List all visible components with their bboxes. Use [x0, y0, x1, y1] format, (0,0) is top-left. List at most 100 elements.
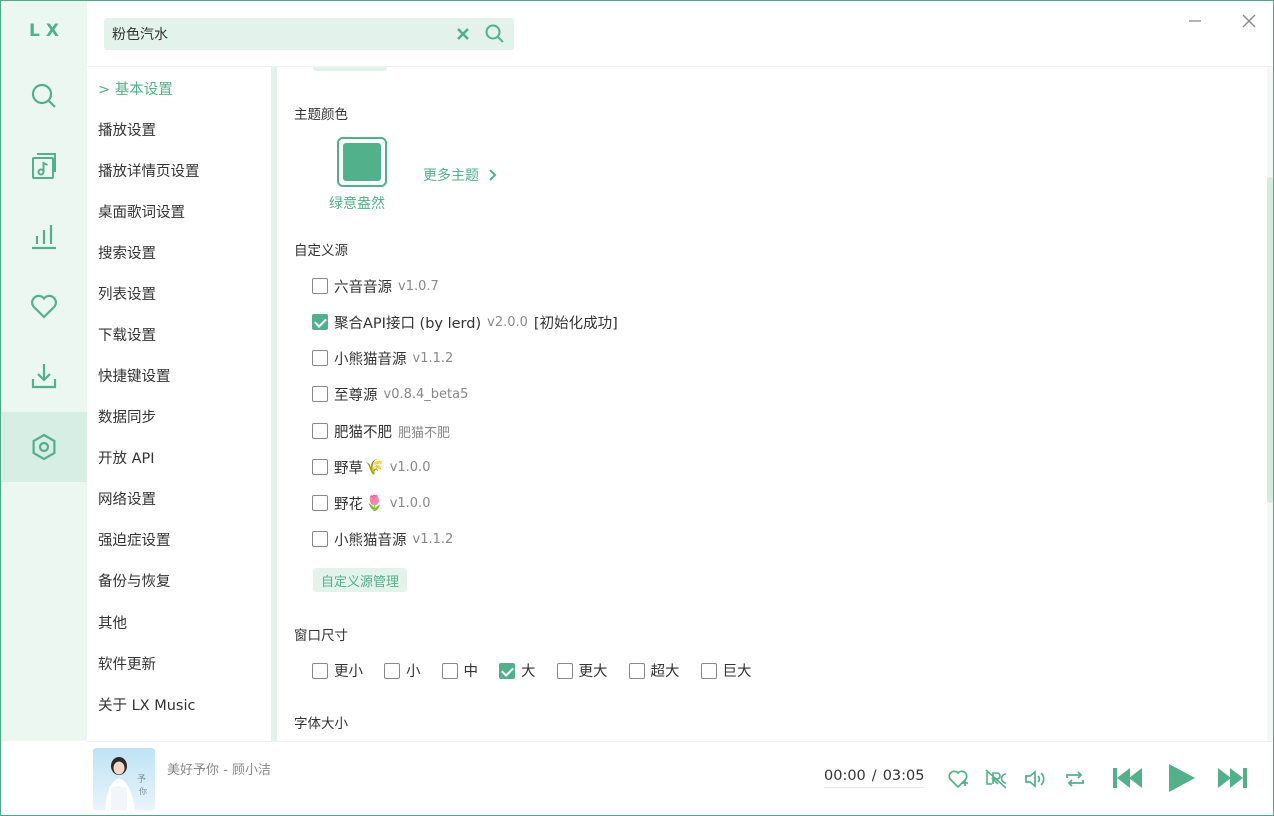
size-option[interactable]: 大 [499, 660, 536, 681]
window-size-title: 窗口尺寸 [294, 628, 348, 644]
search-input[interactable] [104, 18, 444, 50]
rail-download[interactable] [1, 341, 87, 411]
next-icon[interactable] [1215, 764, 1249, 792]
manage-sources-button[interactable]: 自定义源管理 [313, 568, 408, 592]
heart-icon [31, 294, 57, 319]
checkbox[interactable] [312, 531, 328, 547]
rail-search[interactable] [1, 61, 87, 131]
minimize-icon[interactable] [1187, 13, 1203, 29]
current-time: 00:00 [824, 768, 866, 784]
left-rail: LX [1, 1, 87, 741]
settings-nav: > 基本设置 播放设置 播放详情页设置 桌面歌词设置 搜索设置 列表设置 下载设… [87, 67, 271, 741]
source-item[interactable]: 小熊猫音源 v1.1.2 [312, 528, 453, 550]
lyrics-icon[interactable] [984, 768, 1008, 790]
nav-item-sync[interactable]: 数据同步 [98, 406, 156, 428]
checkbox[interactable] [441, 662, 458, 679]
clear-icon[interactable] [454, 25, 472, 43]
source-item[interactable]: 至尊源 v0.8.4_beta5 [312, 383, 468, 405]
comment-icon[interactable] [947, 768, 969, 790]
search-box [104, 18, 514, 50]
size-option[interactable]: 巨大 [700, 660, 752, 681]
checkbox[interactable] [556, 662, 573, 679]
checkbox[interactable] [312, 386, 328, 402]
nav-item-other[interactable]: 其他 [98, 612, 127, 634]
size-option[interactable]: 超大 [628, 660, 680, 681]
chevron-right-icon [489, 169, 497, 181]
checkbox[interactable] [700, 662, 717, 679]
source-item[interactable]: 肥猫不肥 肥猫不肥 [312, 420, 450, 442]
total-time: 03:05 [882, 768, 925, 784]
download-icon [31, 364, 57, 389]
nav-item-update[interactable]: 软件更新 [98, 653, 156, 675]
checkbox[interactable] [384, 662, 400, 679]
content-scrollbar[interactable] [1267, 67, 1273, 741]
volume-icon[interactable] [1023, 768, 1047, 790]
theme-section-title: 主题颜色 [294, 107, 348, 123]
play-icon[interactable] [1165, 762, 1197, 794]
size-option[interactable]: 更大 [556, 660, 608, 681]
source-item[interactable]: 野花 🌷 v1.0.0 [312, 492, 430, 514]
checkbox[interactable] [312, 423, 328, 439]
size-option[interactable]: 更小 [312, 660, 363, 681]
nav-item-open-api[interactable]: 开放 API [98, 447, 155, 469]
nav-item-download[interactable]: 下载设置 [98, 324, 156, 346]
nav-item-playback[interactable]: 播放设置 [98, 119, 156, 141]
nav-item-ocd[interactable]: 强迫症设置 [98, 529, 171, 551]
repeat-icon[interactable] [1064, 768, 1086, 790]
scrollbar-thumb[interactable] [1267, 177, 1273, 503]
more-themes-link[interactable]: 更多主题 [423, 165, 499, 185]
source-item[interactable]: 野草 🌾 v1.0.0 [312, 456, 430, 478]
checkbox[interactable] [499, 662, 515, 679]
settings-icon [32, 433, 56, 461]
checkbox[interactable] [312, 662, 328, 679]
nav-item-about[interactable]: 关于 LX Music [98, 694, 196, 716]
size-option[interactable]: 小 [384, 660, 421, 681]
size-option[interactable]: 中 [441, 660, 478, 681]
checkbox[interactable] [312, 278, 328, 294]
checkbox[interactable] [312, 350, 328, 366]
source-item[interactable]: 六音音源 v1.0.7 [312, 275, 439, 297]
rail-leaderboard[interactable] [1, 201, 87, 271]
theme-name: 绿意盎然 [329, 196, 385, 212]
source-item[interactable]: 小熊猫音源 v1.1.2 [312, 347, 453, 369]
nav-item-desktop-lyrics[interactable]: 桌面歌词设置 [98, 201, 185, 223]
checkbox[interactable] [628, 662, 645, 679]
nav-item-backup[interactable]: 备份与恢复 [98, 570, 171, 592]
source-section-title: 自定义源 [294, 243, 348, 259]
app-logo: LX [29, 21, 65, 41]
source-item[interactable]: 聚合API接口 (by lerd) v2.0.0 [初始化成功] [312, 311, 618, 333]
time-display: 00:00 / 03:05 [824, 768, 925, 788]
source-status: [初始化成功] [533, 315, 618, 332]
rail-settings[interactable] [1, 412, 87, 482]
time-separator: / [871, 768, 877, 784]
font-size-title: 字体大小 [294, 716, 348, 732]
album-cover[interactable]: 予 你 [93, 748, 155, 810]
rail-song-list[interactable] [1, 131, 87, 201]
nav-item-basic[interactable]: > 基本设置 [98, 78, 173, 100]
svg-text:予: 予 [137, 774, 146, 785]
checkbox[interactable] [312, 459, 328, 475]
checkbox[interactable] [312, 495, 328, 511]
nav-active-marker: > [98, 82, 111, 98]
song-title[interactable]: 美好予你 - 顾小洁 [167, 759, 271, 778]
checkbox[interactable] [312, 314, 328, 330]
nav-item-list[interactable]: 列表设置 [98, 283, 156, 305]
chart-icon [32, 225, 56, 250]
nav-item-search[interactable]: 搜索设置 [98, 242, 156, 264]
music-list-icon [32, 153, 56, 179]
wheat-emoji: 🌾 [365, 458, 384, 476]
previous-icon[interactable] [1111, 764, 1145, 792]
nav-item-hotkeys[interactable]: 快捷键设置 [98, 365, 171, 387]
theme-swatch[interactable] [337, 137, 387, 187]
search-icon[interactable] [484, 23, 506, 45]
nav-item-play-detail[interactable]: 播放详情页设置 [98, 160, 200, 182]
settings-content: 主题颜色 绿意盎然 更多主题 自定义源 六音音源 v1.0.7 聚合API接口 … [277, 67, 1267, 741]
rail-favorites[interactable] [1, 271, 87, 341]
top-bar [87, 1, 1273, 67]
close-icon[interactable] [1241, 13, 1257, 29]
svg-text:你: 你 [139, 786, 147, 796]
player-bar: 予 你 美好予你 - 顾小洁 00:00 / 03:05 [87, 741, 1273, 815]
nav-item-network[interactable]: 网络设置 [98, 488, 156, 510]
search-icon [31, 83, 56, 108]
cut-off-button[interactable] [313, 67, 387, 71]
